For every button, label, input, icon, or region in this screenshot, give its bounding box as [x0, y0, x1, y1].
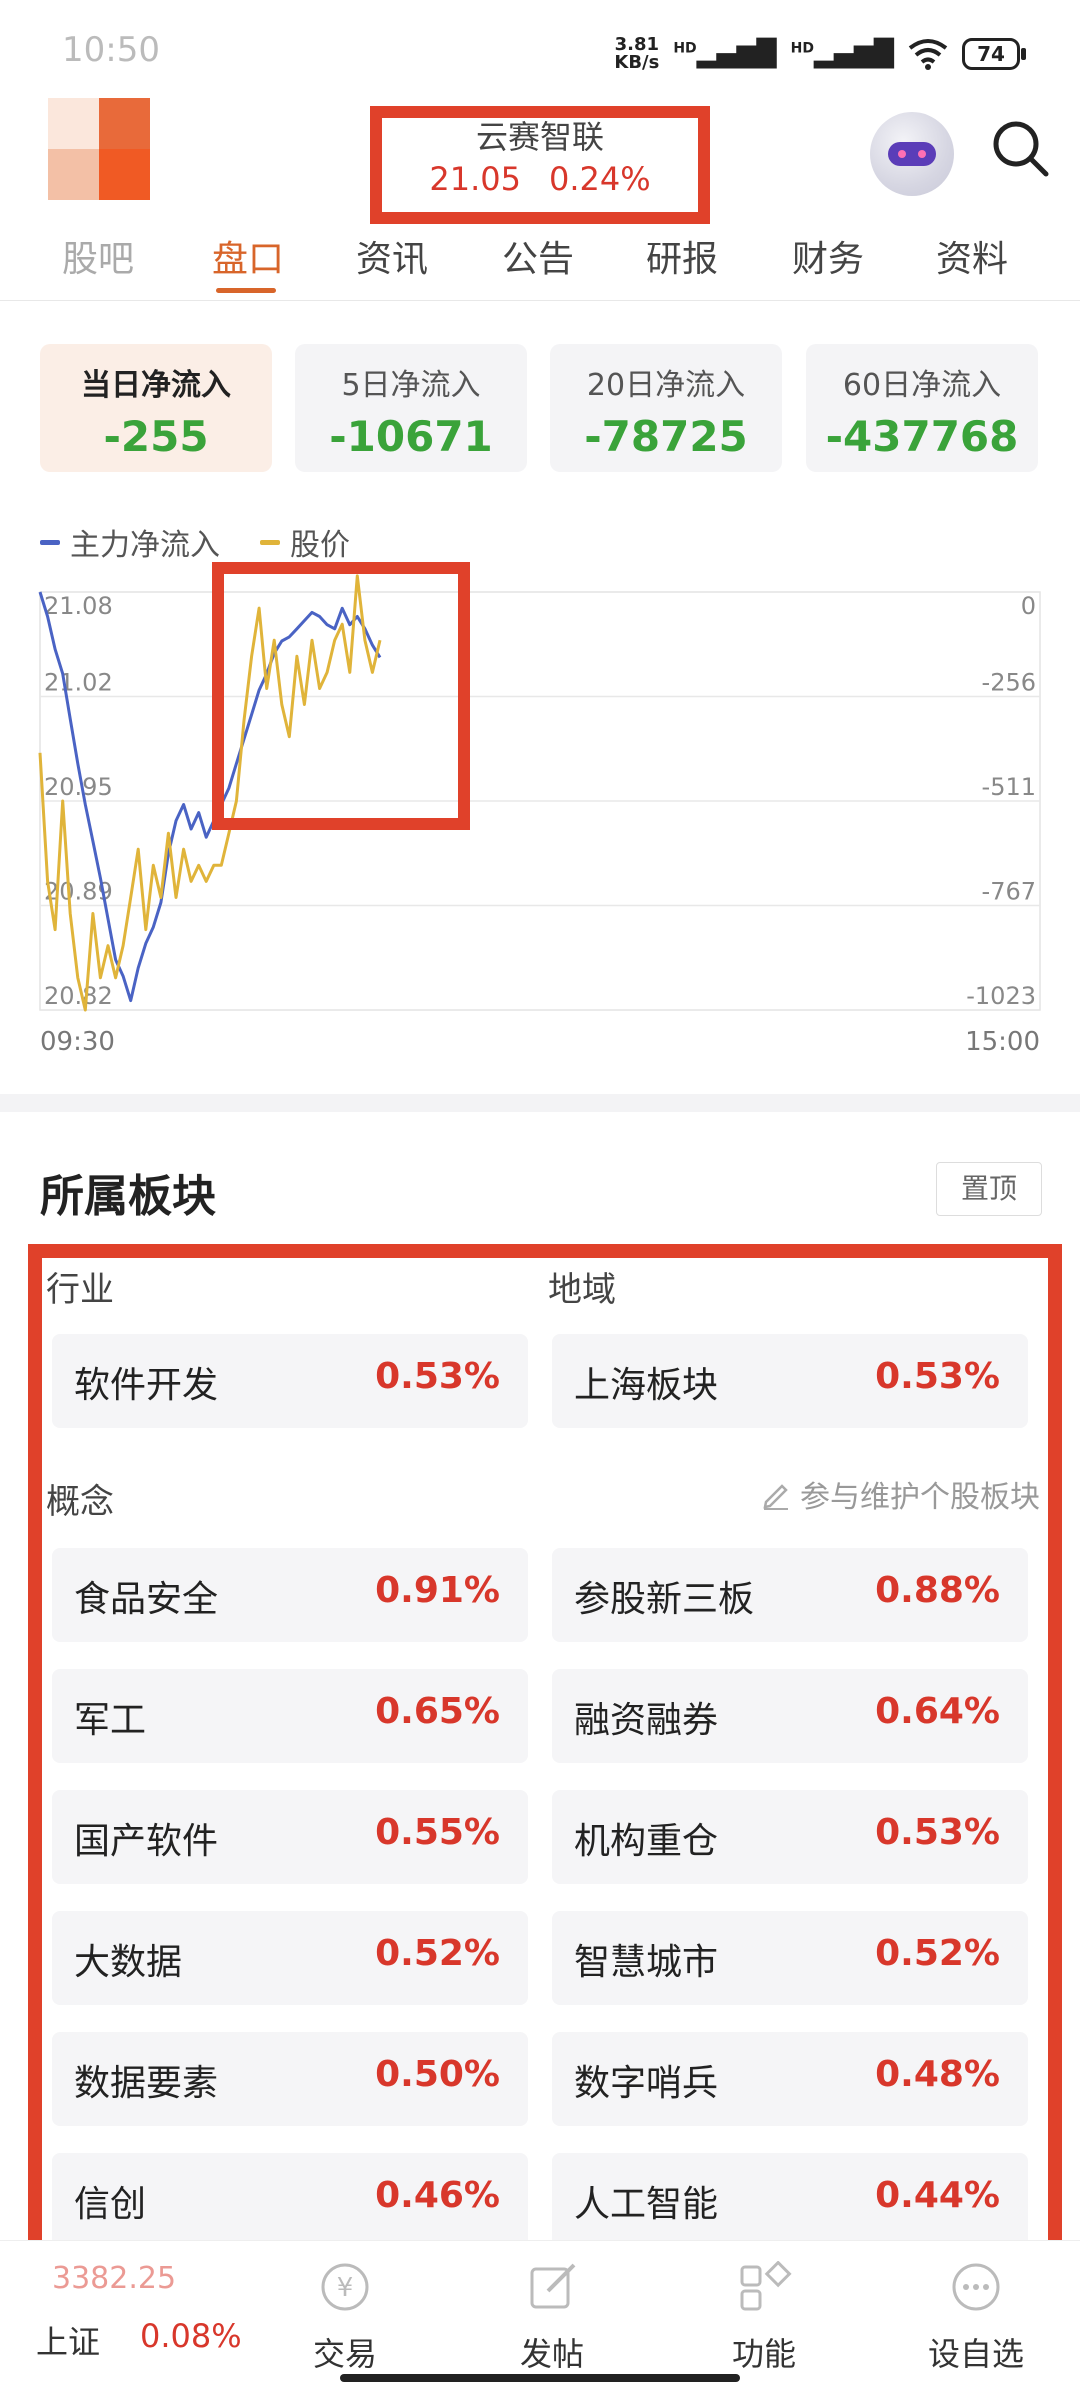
nav-functions[interactable]: 功能 [704, 2260, 824, 2375]
flow-chart: 21.08 021.02 -25620.95 -51120.89 -76720.82 -1… [38, 574, 1041, 1057]
legend-swatch-price [260, 539, 280, 545]
right-tick-label: -511 [982, 773, 1036, 801]
signal-icon-2: HD▂▄▆█ [790, 39, 894, 69]
tab-bar: 股吧 盘口 资讯 公告 研报 财务 资料 [0, 222, 1080, 301]
tab-news[interactable]: 资讯 [356, 230, 428, 282]
more-icon [952, 2263, 1000, 2311]
grid-icon [740, 2260, 792, 2311]
index-pct[interactable]: 0.08% [140, 2317, 242, 2355]
legend-price: 股价 [260, 520, 350, 564]
home-indicator[interactable] [340, 2374, 740, 2382]
tab-announcements[interactable]: 公告 [502, 230, 574, 282]
pin-top-button[interactable]: 置顶 [936, 1162, 1042, 1216]
right-tick-label: -767 [982, 878, 1036, 906]
x-start-label: 09:30 [40, 1027, 115, 1057]
section-title: 所属板块 [40, 1171, 216, 1222]
nav-post[interactable]: 发帖 [492, 2261, 612, 2375]
left-tick-label: 21.02 [44, 669, 113, 697]
highlight-box-title [370, 106, 710, 224]
assistant-avatar-icon[interactable] [870, 112, 954, 196]
right-tick-label: -1023 [966, 982, 1036, 1010]
yen-circle-icon: ¥ [321, 2263, 369, 2311]
nav-add-watchlist[interactable]: 设自选 [916, 2261, 1036, 2375]
tab-finance[interactable]: 财务 [792, 230, 864, 282]
nav-trade[interactable]: ¥ 交易 [285, 2261, 405, 2375]
wifi-icon [908, 39, 948, 70]
svg-text:¥: ¥ [337, 2273, 354, 2303]
highlight-box-sectors [28, 1244, 1062, 2292]
net-speed: 3.81 KB/s [614, 34, 660, 73]
tab-active-indicator [216, 288, 276, 293]
tab-pankou[interactable]: 盘口 [212, 230, 284, 282]
app-logo[interactable] [48, 98, 150, 200]
battery-icon: 74 [962, 38, 1026, 70]
right-tick-label: -256 [982, 669, 1036, 697]
search-icon[interactable] [990, 118, 1050, 178]
tab-guba[interactable]: 股吧 [62, 230, 134, 282]
tab-research[interactable]: 研报 [646, 230, 718, 282]
legend-main-flow: 主力净流入 [40, 520, 220, 564]
left-tick-label: 20.95 [44, 773, 113, 801]
inflow-card-today[interactable]: 当日净流入 -255 [40, 344, 272, 472]
tab-profile[interactable]: 资料 [936, 230, 1008, 282]
chart-legend: 主力净流入 股价 [40, 520, 350, 564]
edit-icon [530, 2263, 576, 2309]
index-name[interactable]: 上证 [36, 2317, 100, 2363]
left-tick-label: 21.08 [44, 592, 113, 620]
legend-swatch-main-flow [40, 539, 60, 545]
inflow-card-20d[interactable]: 20日净流入 -78725 [550, 344, 782, 472]
status-time: 10:50 [62, 30, 160, 70]
right-tick-label: 0 [1021, 592, 1036, 620]
bottom-nav: 3382.25 上证 0.08% ¥ 交易 发帖 功能 设自选 [0, 2240, 1080, 2373]
x-end-label: 15:00 [965, 1027, 1040, 1057]
inflow-card-5d[interactable]: 5日净流入 -10671 [295, 344, 527, 472]
index-value: 3382.25 [52, 2261, 177, 2296]
status-icons: 3.81 KB/s HD▂▄▆█ HD▂▄▆█ 74 [614, 34, 1026, 73]
inflow-card-60d[interactable]: 60日净流入 -437768 [806, 344, 1038, 472]
highlight-box-chart [212, 562, 470, 830]
signal-icon: HD▂▄▆█ [673, 39, 777, 69]
section-separator [0, 1094, 1080, 1112]
